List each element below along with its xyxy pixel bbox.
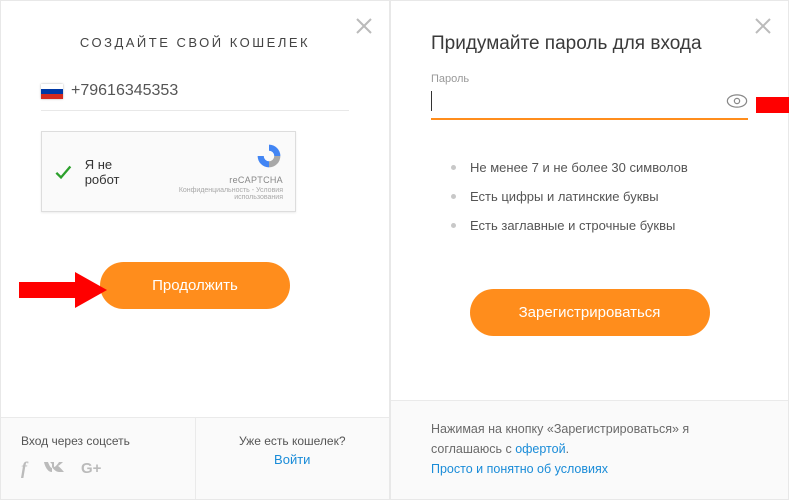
annotation-arrow-icon <box>19 270 109 310</box>
google-plus-icon[interactable]: G+ <box>81 460 101 477</box>
annotation-arrow-icon <box>756 85 789 125</box>
social-login-label: Вход через соцсеть <box>21 434 175 448</box>
register-button[interactable]: Зарегистрироваться <box>470 289 710 336</box>
checkmark-icon <box>54 161 73 183</box>
rule-item: Есть заглавные и строчные буквы <box>451 218 748 233</box>
existing-wallet-label: Уже есть кошелек? <box>216 434 370 448</box>
recaptcha-icon <box>255 142 283 170</box>
continue-button[interactable]: Продолжить <box>100 262 290 309</box>
close-button-right[interactable] <box>754 17 772 35</box>
close-button-left[interactable] <box>355 17 373 35</box>
rule-item: Есть цифры и латинские буквы <box>451 189 748 204</box>
captcha-brand: reCAPTCHA <box>149 176 283 185</box>
password-input-row[interactable] <box>431 90 748 120</box>
footer-right: Нажимая на кнопку «Зарегистрироваться» я… <box>391 400 788 499</box>
bullet-icon <box>451 223 456 228</box>
create-wallet-panel: Создайте свой кошелек +79616345353 Я не … <box>0 0 390 500</box>
country-flag-russia[interactable] <box>41 84 63 99</box>
panel-title-right: Придумайте пароль для входа <box>391 1 788 73</box>
close-icon <box>355 17 373 35</box>
offer-link[interactable]: офертой <box>515 442 565 456</box>
login-link[interactable]: Войти <box>216 452 370 467</box>
phone-value[interactable]: +79616345353 <box>71 82 178 100</box>
facebook-icon[interactable]: f <box>21 458 27 479</box>
captcha-terms: Конфиденциальность - Условия использован… <box>149 187 283 201</box>
rule-text: Не менее 7 и не более 30 символов <box>470 160 688 175</box>
bullet-icon <box>451 165 456 170</box>
vk-icon[interactable] <box>43 460 65 477</box>
footer-left: Вход через соцсеть f G+ Уже есть кошелек… <box>1 417 389 499</box>
password-field-label: Пароль <box>431 73 748 85</box>
rule-text: Есть заглавные и строчные буквы <box>470 218 675 233</box>
rule-item: Не менее 7 и не более 30 символов <box>451 160 748 175</box>
captcha-label: Я не робот <box>85 157 141 187</box>
recaptcha-box[interactable]: Я не робот reCAPTCHA Конфиденциальность … <box>41 131 296 212</box>
conditions-link[interactable]: Просто и понятно об условиях <box>431 462 608 476</box>
panel-title-left: Создайте свой кошелек <box>1 1 389 70</box>
phone-input-row: +79616345353 <box>41 82 349 111</box>
bullet-icon <box>451 194 456 199</box>
eye-icon[interactable] <box>726 94 748 108</box>
password-input[interactable] <box>432 90 726 112</box>
close-icon <box>754 17 772 35</box>
rule-text: Есть цифры и латинские буквы <box>470 189 659 204</box>
password-panel: Придумайте пароль для входа Пароль Не ме… <box>390 0 789 500</box>
password-rules: Не менее 7 и не более 30 символов Есть ц… <box>451 160 748 247</box>
